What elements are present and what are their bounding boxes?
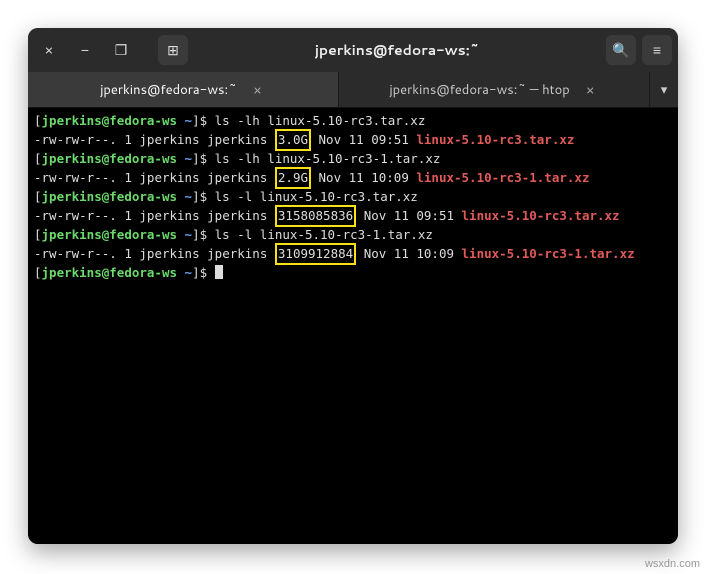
file-name: linux-5.10-rc3.tar.xz bbox=[462, 208, 620, 223]
date: Nov 11 09:51 bbox=[364, 208, 454, 223]
prompt-user-host: jperkins@fedora-ws bbox=[42, 265, 177, 280]
date: Nov 11 09:51 bbox=[319, 132, 409, 147]
prompt-cwd: ~ bbox=[185, 151, 193, 166]
tab-dropdown-button[interactable]: ▾ bbox=[650, 72, 678, 107]
minimize-icon: − bbox=[81, 40, 89, 60]
links: 1 bbox=[124, 132, 132, 147]
new-tab-icon: ⊞ bbox=[167, 40, 179, 60]
owner: jperkins bbox=[139, 170, 199, 185]
tab-1[interactable]: jperkins@fedora-ws:~ × bbox=[28, 72, 339, 107]
perm: -rw-rw-r--. bbox=[34, 208, 117, 223]
command-line: [jperkins@fedora-ws ~]$ ls -lh linux-5.1… bbox=[34, 150, 672, 168]
command-line: [jperkins@fedora-ws ~]$ ls -lh linux-5.1… bbox=[34, 112, 672, 130]
group: jperkins bbox=[207, 132, 267, 147]
perm: -rw-rw-r--. bbox=[34, 170, 117, 185]
menu-button[interactable]: ≡ bbox=[642, 35, 672, 65]
maximize-icon: ❐ bbox=[115, 40, 128, 60]
links: 1 bbox=[124, 208, 132, 223]
perm: -rw-rw-r--. bbox=[34, 246, 117, 261]
tab-close-button[interactable]: × bbox=[582, 80, 599, 100]
prompt-user-host: jperkins@fedora-ws bbox=[42, 151, 177, 166]
output-line: -rw-rw-r--. 1 jperkins jperkins 31099128… bbox=[34, 244, 672, 264]
tab-label: jperkins@fedora-ws:~ bbox=[100, 81, 237, 99]
group: jperkins bbox=[207, 208, 267, 223]
file-size-highlighted: 3109912884 bbox=[275, 243, 356, 265]
prompt: [jperkins@fedora-ws ~]$ bbox=[34, 265, 215, 280]
file-name: linux-5.10-rc3-1.tar.xz bbox=[416, 170, 589, 185]
tab-close-button[interactable]: × bbox=[249, 80, 266, 100]
command-text: ls -l linux-5.10-rc3.tar.xz bbox=[215, 189, 418, 204]
terminal-body[interactable]: [jperkins@fedora-ws ~]$ ls -lh linux-5.1… bbox=[28, 108, 678, 544]
chevron-down-icon: ▾ bbox=[661, 81, 668, 99]
window-title: jperkins@fedora-ws:~ bbox=[194, 40, 600, 60]
links: 1 bbox=[124, 170, 132, 185]
prompt-user-host: jperkins@fedora-ws bbox=[42, 189, 177, 204]
output-line: -rw-rw-r--. 1 jperkins jperkins 2.9G Nov… bbox=[34, 168, 672, 188]
prompt-cwd: ~ bbox=[185, 113, 193, 128]
file-name: linux-5.10-rc3.tar.xz bbox=[416, 132, 574, 147]
prompt: [jperkins@fedora-ws ~]$ bbox=[34, 227, 215, 242]
prompt-cwd: ~ bbox=[185, 189, 193, 204]
command-line: [jperkins@fedora-ws ~]$ bbox=[34, 264, 672, 282]
prompt-cwd: ~ bbox=[185, 265, 193, 280]
owner: jperkins bbox=[139, 246, 199, 261]
watermark: wsxdn.com bbox=[645, 558, 700, 570]
prompt-user-host: jperkins@fedora-ws bbox=[42, 227, 177, 242]
file-name: linux-5.10-rc3-1.tar.xz bbox=[462, 246, 635, 261]
prompt: [jperkins@fedora-ws ~]$ bbox=[34, 151, 215, 166]
hamburger-icon: ≡ bbox=[653, 40, 661, 60]
file-size-highlighted: 3158085836 bbox=[275, 205, 356, 227]
perm: -rw-rw-r--. bbox=[34, 132, 117, 147]
title-bar: × − ❐ ⊞ jperkins@fedora-ws:~ 🔍 ≡ bbox=[28, 28, 678, 72]
prompt-user-host: jperkins@fedora-ws bbox=[42, 113, 177, 128]
command-line: [jperkins@fedora-ws ~]$ ls -l linux-5.10… bbox=[34, 188, 672, 206]
group: jperkins bbox=[207, 170, 267, 185]
links: 1 bbox=[124, 246, 132, 261]
cursor bbox=[215, 265, 223, 279]
prompt: [jperkins@fedora-ws ~]$ bbox=[34, 189, 215, 204]
command-text: ls -lh linux-5.10-rc3-1.tar.xz bbox=[215, 151, 441, 166]
tab-label: jperkins@fedora-ws:~ — htop bbox=[389, 81, 569, 99]
date: Nov 11 10:09 bbox=[364, 246, 454, 261]
group: jperkins bbox=[207, 246, 267, 261]
command-text: ls -l linux-5.10-rc3-1.tar.xz bbox=[215, 227, 433, 242]
tab-2[interactable]: jperkins@fedora-ws:~ — htop × bbox=[339, 72, 650, 107]
new-tab-button[interactable]: ⊞ bbox=[158, 35, 188, 65]
owner: jperkins bbox=[139, 208, 199, 223]
file-size-highlighted: 3.0G bbox=[275, 129, 311, 151]
terminal-window: × − ❐ ⊞ jperkins@fedora-ws:~ 🔍 ≡ jperkin… bbox=[28, 28, 678, 544]
date: Nov 11 10:09 bbox=[319, 170, 409, 185]
minimize-button[interactable]: − bbox=[70, 35, 100, 65]
prompt-cwd: ~ bbox=[185, 227, 193, 242]
close-icon: × bbox=[45, 40, 54, 60]
search-icon: 🔍 bbox=[612, 40, 629, 60]
tab-bar: jperkins@fedora-ws:~ × jperkins@fedora-w… bbox=[28, 72, 678, 108]
prompt: [jperkins@fedora-ws ~]$ bbox=[34, 113, 215, 128]
command-text: ls -lh linux-5.10-rc3.tar.xz bbox=[215, 113, 426, 128]
command-line: [jperkins@fedora-ws ~]$ ls -l linux-5.10… bbox=[34, 226, 672, 244]
output-line: -rw-rw-r--. 1 jperkins jperkins 3.0G Nov… bbox=[34, 130, 672, 150]
file-size-highlighted: 2.9G bbox=[275, 167, 311, 189]
close-button[interactable]: × bbox=[34, 35, 64, 65]
owner: jperkins bbox=[139, 132, 199, 147]
search-button[interactable]: 🔍 bbox=[606, 35, 636, 65]
output-line: -rw-rw-r--. 1 jperkins jperkins 31580858… bbox=[34, 206, 672, 226]
maximize-button[interactable]: ❐ bbox=[106, 35, 136, 65]
